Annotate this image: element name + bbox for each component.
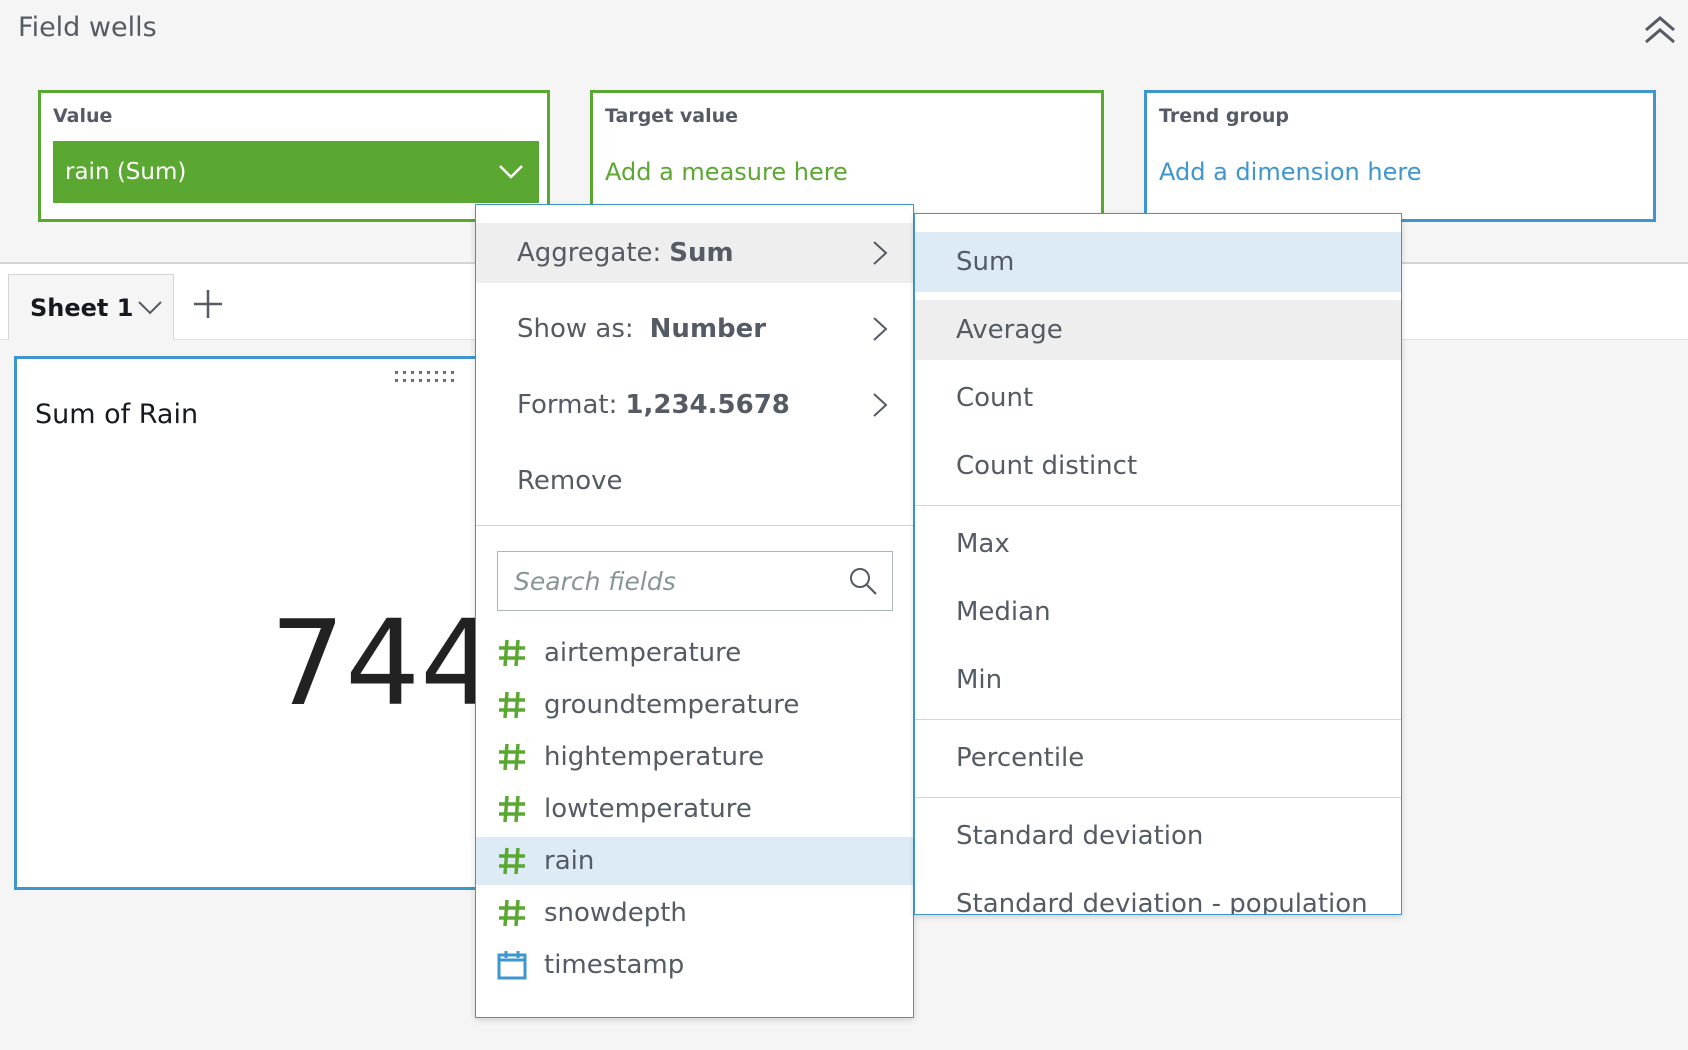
trend-well-label: Trend group bbox=[1159, 105, 1290, 127]
aggregate-option-count[interactable]: Count bbox=[915, 368, 1401, 428]
field-item-rain[interactable]: rain bbox=[476, 837, 913, 885]
hash-icon bbox=[499, 639, 525, 667]
field-item-lowtemperature[interactable]: lowtemperature bbox=[476, 785, 913, 833]
show-as-prefix: Show as: bbox=[517, 314, 634, 344]
aggregate-prefix: Aggregate: bbox=[517, 238, 662, 268]
aggregate-value: Sum bbox=[669, 238, 734, 268]
field-name: hightemperature bbox=[544, 742, 765, 772]
aggregate-option-average[interactable]: Average bbox=[915, 300, 1401, 360]
field-name: rain bbox=[544, 846, 595, 876]
field-item-airtemperature[interactable]: airtemperature bbox=[476, 629, 913, 677]
chevron-right-icon bbox=[873, 393, 888, 417]
aggregate-option-label: Standard deviation - population bbox=[956, 889, 1368, 915]
search-fields-box[interactable] bbox=[497, 551, 893, 611]
aggregate-option-standard-deviation[interactable]: Standard deviation bbox=[915, 806, 1401, 866]
value-well-label: Value bbox=[53, 105, 113, 127]
aggregate-option-min[interactable]: Min bbox=[915, 650, 1401, 710]
aggregate-option-median[interactable]: Median bbox=[915, 582, 1401, 642]
submenu-divider bbox=[915, 797, 1401, 798]
chevron-right-icon bbox=[873, 317, 888, 341]
tab-sheet-1[interactable]: Sheet 1 bbox=[8, 274, 174, 340]
aggregate-option-label: Sum bbox=[956, 247, 1015, 277]
aggregate-option-label: Count distinct bbox=[956, 451, 1138, 481]
add-dimension-link[interactable]: Add a dimension here bbox=[1159, 158, 1421, 186]
aggregate-option-count-distinct[interactable]: Count distinct bbox=[915, 436, 1401, 496]
target-value-well: Target value Add a measure here bbox=[590, 90, 1104, 222]
chevron-down-icon[interactable] bbox=[137, 297, 163, 317]
hash-icon bbox=[499, 691, 525, 719]
format-value: 1,234.5678 bbox=[625, 390, 790, 420]
field-item-snowdepth[interactable]: snowdepth bbox=[476, 889, 913, 937]
aggregate-option-label: Average bbox=[956, 315, 1063, 345]
submenu-divider bbox=[915, 719, 1401, 720]
show-as-value: Number bbox=[649, 314, 767, 344]
aggregate-submenu: Sum Average Count Count distinct Max Median Mi… bbox=[914, 213, 1402, 915]
value-field-pill[interactable]: rain (Sum) bbox=[53, 141, 539, 203]
aggregate-option-label: Standard deviation bbox=[956, 821, 1204, 851]
menu-item-aggregate[interactable]: Aggregate: Sum bbox=[476, 223, 913, 283]
visual-title: Sum of Rain bbox=[35, 399, 199, 430]
add-measure-link[interactable]: Add a measure here bbox=[605, 158, 848, 186]
menu-divider bbox=[476, 525, 913, 526]
hash-icon bbox=[499, 743, 525, 771]
field-item-timestamp[interactable]: timestamp bbox=[476, 941, 913, 989]
aggregate-option-label: Max bbox=[956, 529, 1010, 559]
kpi-visual[interactable]: Sum of Rain 744 bbox=[14, 356, 534, 890]
field-name: groundtemperature bbox=[544, 690, 800, 720]
value-well: Value rain (Sum) bbox=[38, 90, 550, 222]
hash-icon bbox=[499, 795, 525, 823]
menu-item-format[interactable]: Format: 1,234.5678 bbox=[476, 375, 913, 435]
chevron-down-icon bbox=[499, 165, 523, 179]
field-wells-title: Field wells bbox=[18, 12, 157, 43]
chevron-right-icon bbox=[873, 241, 888, 265]
field-item-groundtemperature[interactable]: groundtemperature bbox=[476, 681, 913, 729]
field-name: timestamp bbox=[544, 950, 685, 980]
aggregate-option-label: Median bbox=[956, 597, 1051, 627]
search-fields-input[interactable] bbox=[514, 566, 834, 596]
field-name: snowdepth bbox=[544, 898, 687, 928]
menu-item-show-as[interactable]: Show as: Number bbox=[476, 299, 913, 359]
search-icon bbox=[850, 568, 877, 595]
field-name: lowtemperature bbox=[544, 794, 752, 824]
kpi-value: 744 bbox=[270, 594, 496, 732]
aggregate-option-percentile[interactable]: Percentile bbox=[915, 728, 1401, 788]
aggregate-option-standard-deviation-population[interactable]: Standard deviation - population bbox=[915, 874, 1401, 915]
aggregate-option-max[interactable]: Max bbox=[915, 514, 1401, 574]
sheet-tab-label: Sheet 1 bbox=[30, 293, 134, 322]
add-sheet-icon[interactable] bbox=[190, 286, 226, 322]
submenu-divider bbox=[915, 505, 1401, 506]
remove-label: Remove bbox=[517, 466, 623, 496]
menu-item-remove[interactable]: Remove bbox=[476, 451, 913, 511]
field-item-hightemperature[interactable]: hightemperature bbox=[476, 733, 913, 781]
target-well-label: Target value bbox=[605, 105, 739, 127]
calendar-icon bbox=[497, 951, 527, 980]
format-prefix: Format: bbox=[517, 390, 618, 420]
aggregate-option-label: Count bbox=[956, 383, 1034, 413]
collapse-chevron-icon[interactable] bbox=[1640, 14, 1680, 48]
field-context-menu: Aggregate: Sum Show as: Number Format: 1… bbox=[475, 204, 914, 1018]
trend-group-well: Trend group Add a dimension here bbox=[1144, 90, 1656, 222]
aggregate-option-sum[interactable]: Sum bbox=[915, 232, 1401, 292]
drag-handle-icon[interactable] bbox=[395, 371, 457, 383]
aggregate-option-label: Min bbox=[956, 665, 1003, 695]
aggregate-option-label: Percentile bbox=[956, 743, 1085, 773]
hash-icon bbox=[499, 899, 525, 927]
hash-icon bbox=[499, 847, 525, 875]
value-field-label: rain (Sum) bbox=[65, 159, 187, 185]
field-name: airtemperature bbox=[544, 638, 742, 668]
